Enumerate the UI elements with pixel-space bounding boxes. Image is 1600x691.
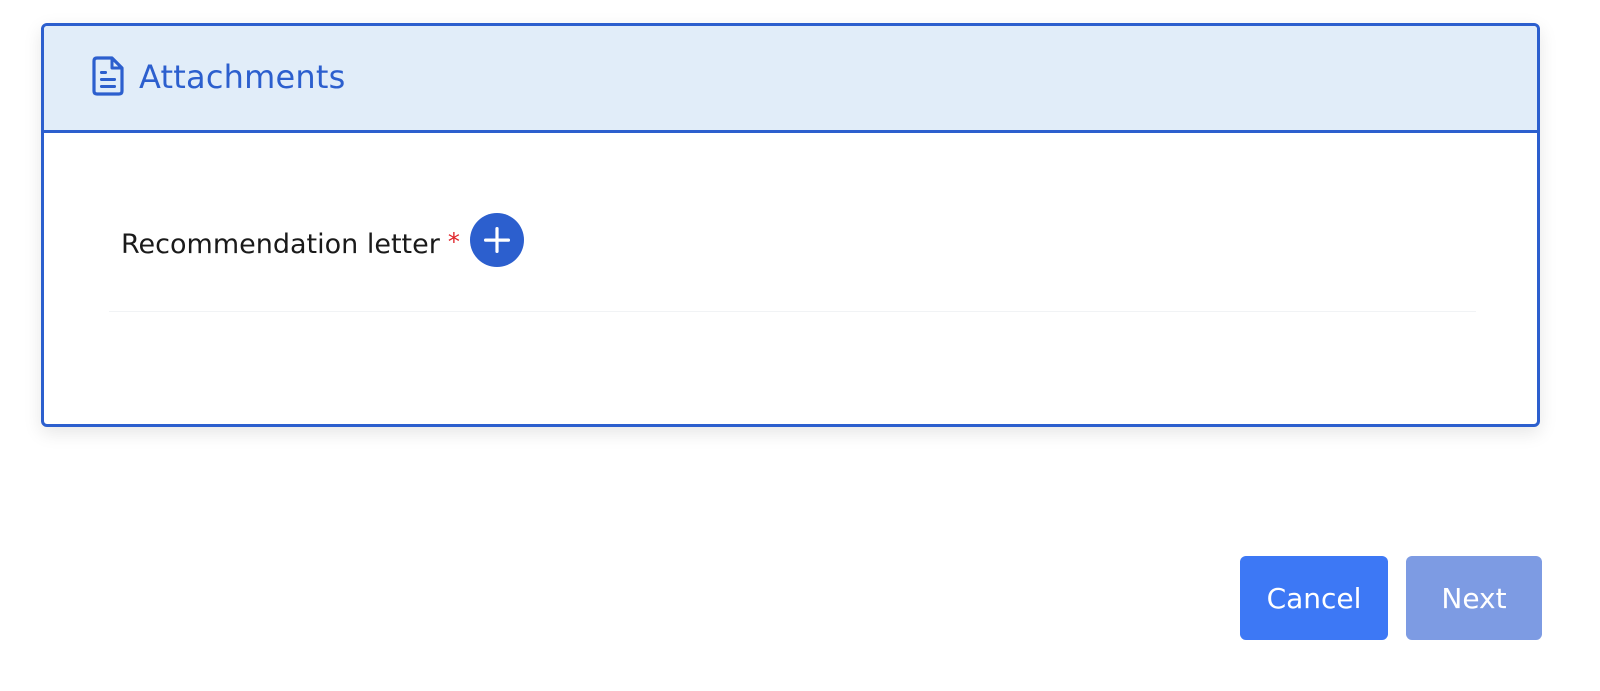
field-divider [109, 311, 1476, 312]
document-icon [91, 56, 125, 96]
add-attachment-button[interactable] [469, 213, 524, 267]
section-title: Attachments [139, 58, 346, 96]
cancel-button[interactable]: Cancel [1240, 556, 1388, 640]
page: Attachments Recommendation letter * Canc… [0, 0, 1600, 691]
card-header: Attachments [44, 26, 1537, 133]
field-recommendation-letter: Recommendation letter * [121, 213, 524, 272]
required-asterisk: * [447, 228, 460, 256]
field-label: Recommendation letter [121, 228, 440, 260]
next-button[interactable]: Next [1406, 556, 1542, 640]
plus-icon [483, 227, 510, 253]
attachments-card: Attachments Recommendation letter * [41, 23, 1540, 427]
